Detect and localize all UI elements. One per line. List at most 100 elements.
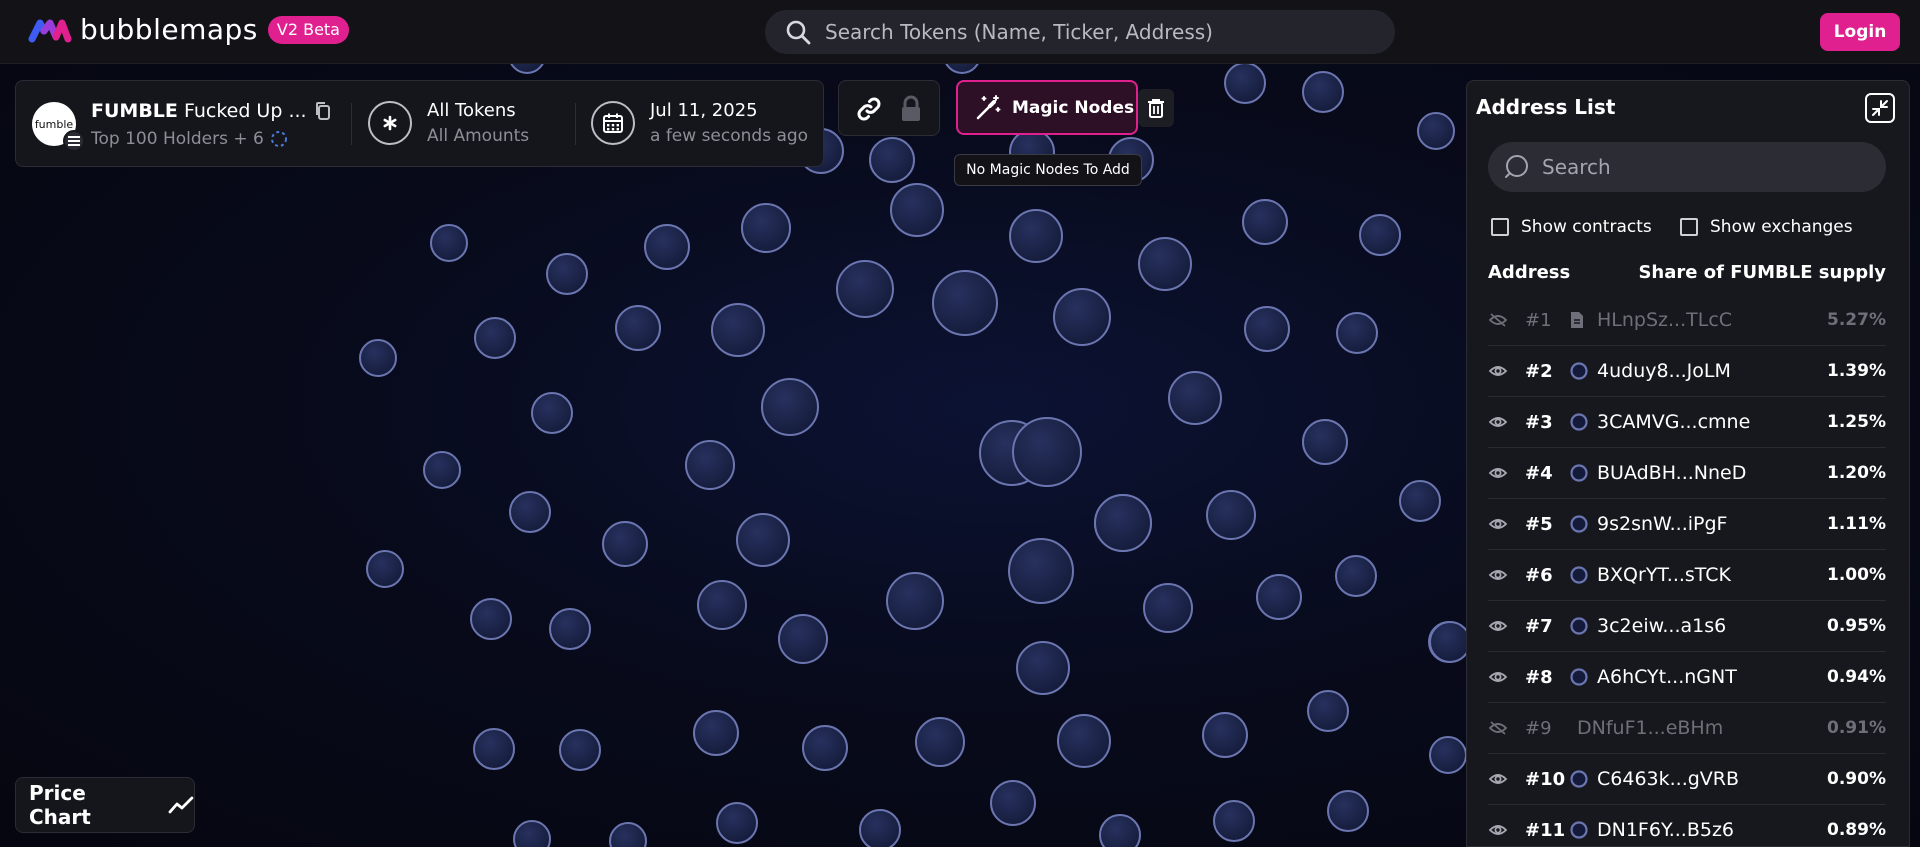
- holder-bubble[interactable]: [1327, 790, 1369, 832]
- address-search-bar[interactable]: [1488, 142, 1886, 192]
- eye-icon[interactable]: [1488, 822, 1508, 838]
- holder-bubble[interactable]: [1057, 714, 1111, 768]
- holder-bubble[interactable]: [1224, 62, 1266, 104]
- address-row[interactable]: #3 3CAMVG...cmne 1.25%: [1488, 397, 1886, 448]
- address-row[interactable]: #2 4uduy8...JoLM 1.39%: [1488, 346, 1886, 397]
- show-exchanges-checkbox[interactable]: Show exchanges: [1680, 217, 1853, 237]
- holder-bubble[interactable]: [1009, 209, 1063, 263]
- holder-bubble[interactable]: [761, 378, 819, 436]
- show-contracts-checkbox[interactable]: Show contracts: [1491, 217, 1652, 237]
- holder-bubble[interactable]: [1335, 555, 1377, 597]
- holder-bubble[interactable]: [1143, 583, 1193, 633]
- holder-bubble[interactable]: [1202, 712, 1248, 758]
- eye-icon[interactable]: [1488, 567, 1508, 583]
- holder-bubble[interactable]: [1008, 538, 1074, 604]
- holder-bubble[interactable]: [697, 580, 747, 630]
- address-row[interactable]: #9 DNfuF1...eBHm 0.91%: [1488, 703, 1886, 754]
- delete-button[interactable]: [1138, 89, 1174, 127]
- holder-bubble[interactable]: [473, 728, 515, 770]
- address-search-input[interactable]: [1542, 155, 1862, 179]
- checkbox[interactable]: [1491, 218, 1509, 236]
- lock-icon[interactable]: [899, 95, 923, 123]
- holder-bubble[interactable]: [1053, 288, 1111, 346]
- holder-bubble[interactable]: [741, 203, 791, 253]
- link-icon[interactable]: [855, 95, 883, 123]
- eye-icon[interactable]: [1488, 669, 1508, 685]
- holder-bubble[interactable]: [1244, 306, 1290, 352]
- holder-bubble[interactable]: [546, 253, 588, 295]
- holder-bubble[interactable]: [1138, 237, 1192, 291]
- holder-bubble[interactable]: [509, 491, 551, 533]
- holder-bubble[interactable]: [1213, 800, 1255, 842]
- holder-bubble[interactable]: [1359, 214, 1401, 256]
- holder-bubble[interactable]: [886, 572, 944, 630]
- address-row[interactable]: #11 DN1F6Y...B5z6 0.89%: [1488, 805, 1886, 846]
- eye-icon[interactable]: [1488, 618, 1508, 634]
- holder-bubble[interactable]: [711, 303, 765, 357]
- holder-bubble[interactable]: [1307, 690, 1349, 732]
- logo[interactable]: bubblemaps V2 Beta: [28, 15, 349, 45]
- holder-bubble[interactable]: [602, 521, 648, 567]
- holder-bubble[interactable]: [430, 224, 468, 262]
- address-row[interactable]: #6 BXQrYT...sTCK 1.00%: [1488, 550, 1886, 601]
- token-search-bar[interactable]: [765, 10, 1395, 54]
- holder-bubble[interactable]: [549, 608, 591, 650]
- holder-bubble[interactable]: [1016, 641, 1070, 695]
- collapse-panel-button[interactable]: [1865, 93, 1895, 123]
- address-row[interactable]: #10 C6463k...gVRB 0.90%: [1488, 754, 1886, 805]
- holder-bubble[interactable]: [1417, 112, 1455, 150]
- holder-bubble[interactable]: [1302, 71, 1344, 113]
- address-row[interactable]: #4 BUAdBH...NneD 1.20%: [1488, 448, 1886, 499]
- holder-bubble[interactable]: [685, 440, 735, 490]
- eye-icon[interactable]: [1488, 465, 1508, 481]
- holder-bubble[interactable]: [1168, 371, 1222, 425]
- holder-bubble[interactable]: [1336, 312, 1378, 354]
- holder-bubble[interactable]: [366, 550, 404, 588]
- price-chart-button[interactable]: Price Chart: [15, 777, 195, 833]
- holder-bubble[interactable]: [513, 820, 551, 847]
- holder-bubble[interactable]: [470, 598, 512, 640]
- holder-bubble[interactable]: [693, 710, 739, 756]
- holder-bubble[interactable]: [1242, 199, 1288, 245]
- eye-icon[interactable]: [1488, 771, 1508, 787]
- holder-bubble[interactable]: [1429, 736, 1467, 774]
- holder-bubble[interactable]: [716, 802, 758, 844]
- holder-bubble[interactable]: [869, 137, 915, 183]
- address-row[interactable]: #8 A6hCYt...nGNT 0.94%: [1488, 652, 1886, 703]
- holder-bubble[interactable]: [932, 270, 998, 336]
- holder-bubble[interactable]: [990, 780, 1036, 826]
- holder-bubble[interactable]: [859, 809, 901, 847]
- token-filter-title[interactable]: All Tokens: [427, 100, 516, 121]
- holder-bubble[interactable]: [890, 183, 944, 237]
- eye-icon[interactable]: [1488, 363, 1508, 379]
- holder-bubble[interactable]: [609, 822, 647, 847]
- holder-bubble[interactable]: [359, 339, 397, 377]
- address-row[interactable]: #7 3c2eiw...a1s6 0.95%: [1488, 601, 1886, 652]
- holder-bubble[interactable]: [615, 305, 661, 351]
- holder-bubble[interactable]: [778, 614, 828, 664]
- login-button[interactable]: Login: [1820, 13, 1900, 51]
- address-row[interactable]: #5 9s2snW...iPgF 1.11%: [1488, 499, 1886, 550]
- asterisk-icon[interactable]: [368, 101, 412, 145]
- eye-icon[interactable]: [1488, 516, 1508, 532]
- holder-bubble[interactable]: [1256, 574, 1302, 620]
- holder-bubble[interactable]: [1206, 490, 1256, 540]
- address-row[interactable]: #1 HLnpSz...TLcC 5.27%: [1488, 295, 1886, 346]
- holder-bubble[interactable]: [644, 224, 690, 270]
- eye-off-icon[interactable]: [1488, 720, 1508, 736]
- snapshot-date[interactable]: Jul 11, 2025: [650, 100, 758, 121]
- holder-bubble[interactable]: [736, 513, 790, 567]
- holder-bubble[interactable]: [1399, 480, 1441, 522]
- holder-bubble[interactable]: [1429, 621, 1471, 663]
- copy-icon[interactable]: [314, 101, 332, 121]
- holder-bubble[interactable]: [531, 392, 573, 434]
- eye-off-icon[interactable]: [1488, 312, 1508, 328]
- holder-bubble[interactable]: [1094, 494, 1152, 552]
- holders-selector[interactable]: Top 100 Holders + 6: [91, 129, 289, 149]
- holder-bubble[interactable]: [836, 260, 894, 318]
- eye-icon[interactable]: [1488, 414, 1508, 430]
- holder-bubble[interactable]: [1302, 419, 1348, 465]
- holder-bubble[interactable]: [802, 725, 848, 771]
- holder-bubble[interactable]: [423, 451, 461, 489]
- holder-bubble[interactable]: [1099, 814, 1141, 847]
